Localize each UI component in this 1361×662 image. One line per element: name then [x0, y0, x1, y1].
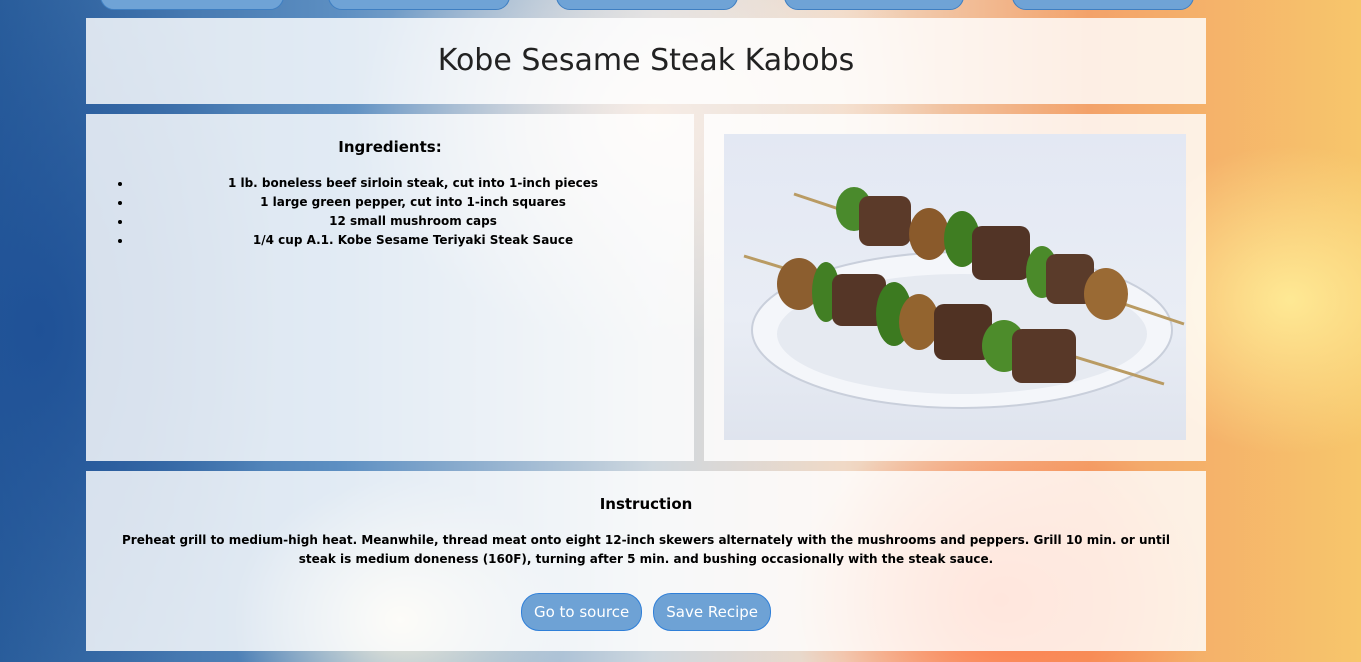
ingredient-item: 12 small mushroom caps: [132, 212, 694, 231]
recipe-photo: [724, 134, 1186, 440]
ingredient-item: 1 large green pepper, cut into 1-inch sq…: [132, 193, 694, 212]
go-to-source-button[interactable]: Go to source: [520, 593, 643, 631]
nav-tab[interactable]: [556, 0, 738, 10]
ingredient-item: 1 lb. boneless beef sirloin steak, cut i…: [132, 174, 694, 193]
ingredients-list: 1 lb. boneless beef sirloin steak, cut i…: [86, 174, 694, 250]
nav-tab[interactable]: [1012, 0, 1194, 10]
ingredients-heading: Ingredients:: [338, 138, 442, 156]
save-recipe-button[interactable]: Save Recipe: [653, 593, 772, 631]
nav-tab[interactable]: [784, 0, 964, 10]
ingredient-item: 1/4 cup A.1. Kobe Sesame Teriyaki Steak …: [132, 231, 694, 250]
action-buttons: Go to source Save Recipe: [86, 593, 1206, 631]
nav-tab[interactable]: [328, 0, 510, 10]
title-panel: Kobe Sesame Steak Kabobs: [86, 18, 1206, 104]
instruction-text: Preheat grill to medium-high heat. Meanw…: [122, 533, 1170, 566]
kabob-illustration: [743, 187, 1185, 409]
image-panel: [704, 114, 1206, 461]
nav-tab[interactable]: [100, 0, 284, 10]
instruction-heading: Instruction: [599, 495, 693, 513]
ingredients-panel: Ingredients: 1 lb. boneless beef sirloin…: [86, 114, 694, 461]
instruction-panel: Instruction Preheat grill to medium-high…: [86, 471, 1206, 651]
recipe-title: Kobe Sesame Steak Kabobs: [437, 43, 855, 78]
